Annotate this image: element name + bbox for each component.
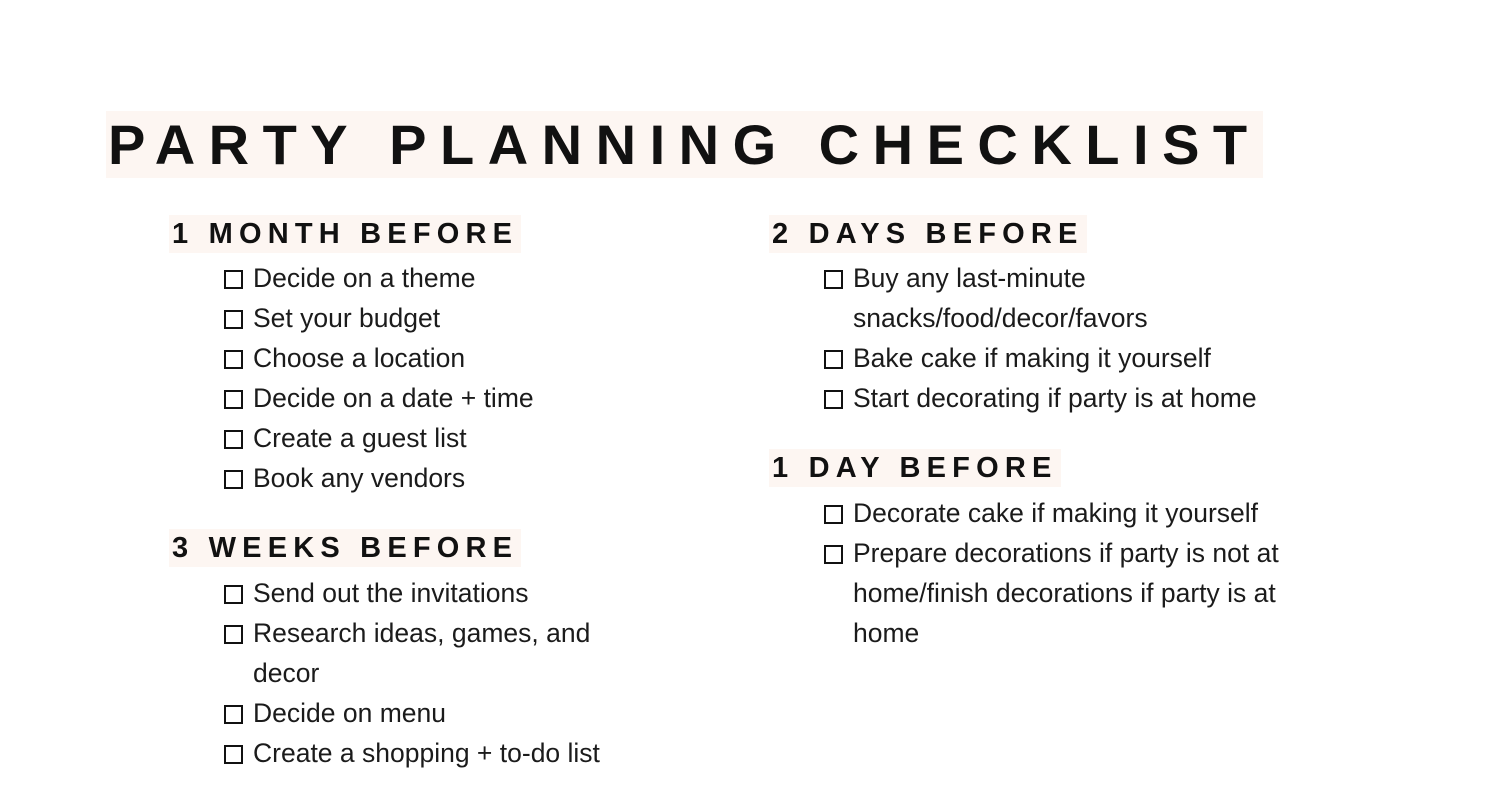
list-item[interactable]: Book any vendors — [222, 458, 660, 498]
checkbox-empty-icon[interactable] — [822, 493, 853, 533]
section-heading-text: 3 WEEKS BEFORE — [172, 532, 519, 565]
checkbox-empty-icon[interactable] — [222, 733, 253, 773]
list-item-label: Decide on a date + time — [253, 383, 534, 414]
list-item-label: Create a shopping + to-do list — [253, 737, 600, 768]
list-item-label: Send out the invitations — [253, 577, 529, 608]
list-item[interactable]: Decide on a theme — [222, 258, 660, 298]
list-item[interactable]: Set your budget — [222, 298, 660, 338]
list-item[interactable]: Decide on a date + time — [222, 378, 660, 418]
checkbox-empty-icon[interactable] — [822, 378, 853, 418]
section-heading: 1 DAY BEFORE — [772, 452, 1400, 485]
list-item-label: Prepare decorations if party is not at h… — [853, 537, 1279, 648]
section-1-day-before: 1 DAY BEFORE Decorate cake if making it … — [772, 452, 1400, 652]
page-title: PARTY PLANNING CHECKLIST — [108, 112, 1398, 176]
checkbox-empty-icon[interactable] — [222, 613, 253, 653]
left-column: 1 MONTH BEFORE Decide on a theme Set you… — [0, 218, 660, 773]
list-item[interactable]: Create a guest list — [222, 418, 660, 458]
list-item-label: Choose a location — [253, 343, 466, 374]
list-item[interactable]: Research ideas, games, and decor — [222, 613, 660, 693]
list-item-label: Decide on menu — [253, 697, 446, 728]
list-item[interactable]: Start decorating if party is at home — [822, 378, 1400, 418]
list-item-label: Start decorating if party is at home — [853, 383, 1257, 414]
section-heading-text: 1 DAY BEFORE — [772, 452, 1058, 485]
checkbox-empty-icon[interactable] — [222, 258, 253, 298]
checklist: Decide on a theme Set your budget Choose… — [172, 258, 660, 498]
list-item-label: Buy any last-minute snacks/food/decor/fa… — [853, 263, 1148, 334]
checklist-columns: 1 MONTH BEFORE Decide on a theme Set you… — [0, 218, 1500, 773]
section-3-weeks-before: 3 WEEKS BEFORE Send out the invitations … — [172, 532, 660, 772]
section-heading: 2 DAYS BEFORE — [772, 218, 1400, 251]
checkbox-empty-icon[interactable] — [822, 258, 853, 298]
list-item[interactable]: Prepare decorations if party is not at h… — [822, 533, 1400, 653]
checkbox-empty-icon[interactable] — [222, 693, 253, 733]
right-column: 2 DAYS BEFORE Buy any last-minute snacks… — [660, 218, 1400, 653]
checkbox-empty-icon[interactable] — [222, 378, 253, 418]
checkbox-empty-icon[interactable] — [822, 338, 853, 378]
page-title-text: PARTY PLANNING CHECKLIST — [108, 112, 1261, 176]
list-item[interactable]: Create a shopping + to-do list — [222, 733, 660, 773]
list-item-label: Bake cake if making it yourself — [853, 343, 1211, 374]
list-item[interactable]: Decorate cake if making it yourself — [822, 493, 1400, 533]
list-item-label: Decide on a theme — [253, 263, 476, 294]
checkbox-empty-icon[interactable] — [222, 298, 253, 338]
checklist: Buy any last-minute snacks/food/decor/fa… — [772, 258, 1400, 418]
checklist: Send out the invitations Research ideas,… — [172, 573, 660, 773]
section-2-days-before: 2 DAYS BEFORE Buy any last-minute snacks… — [772, 218, 1400, 418]
list-item[interactable]: Choose a location — [222, 338, 660, 378]
list-item-label: Research ideas, games, and decor — [253, 617, 591, 688]
checkbox-empty-icon[interactable] — [222, 573, 253, 613]
checklist: Decorate cake if making it yourself Prep… — [772, 493, 1400, 653]
section-heading-text: 1 MONTH BEFORE — [172, 218, 519, 250]
section-1-month-before: 1 MONTH BEFORE Decide on a theme Set you… — [172, 218, 660, 498]
list-item[interactable]: Send out the invitations — [222, 573, 660, 613]
section-heading-text: 2 DAYS BEFORE — [772, 218, 1084, 250]
list-item-label: Set your budget — [253, 303, 441, 334]
checkbox-empty-icon[interactable] — [222, 458, 253, 498]
list-item-label: Create a guest list — [253, 423, 467, 454]
list-item[interactable]: Decide on menu — [222, 693, 660, 733]
checkbox-empty-icon[interactable] — [222, 418, 253, 458]
list-item-label: Book any vendors — [253, 463, 466, 494]
checklist-page: PARTY PLANNING CHECKLIST 1 MONTH BEFORE … — [0, 0, 1500, 785]
list-item[interactable]: Bake cake if making it yourself — [822, 338, 1400, 378]
list-item-label: Decorate cake if making it yourself — [853, 497, 1259, 528]
section-heading: 3 WEEKS BEFORE — [172, 532, 660, 565]
checkbox-empty-icon[interactable] — [822, 533, 853, 573]
section-heading: 1 MONTH BEFORE — [172, 218, 660, 251]
list-item[interactable]: Buy any last-minute snacks/food/decor/fa… — [822, 258, 1400, 338]
checkbox-empty-icon[interactable] — [222, 338, 253, 378]
